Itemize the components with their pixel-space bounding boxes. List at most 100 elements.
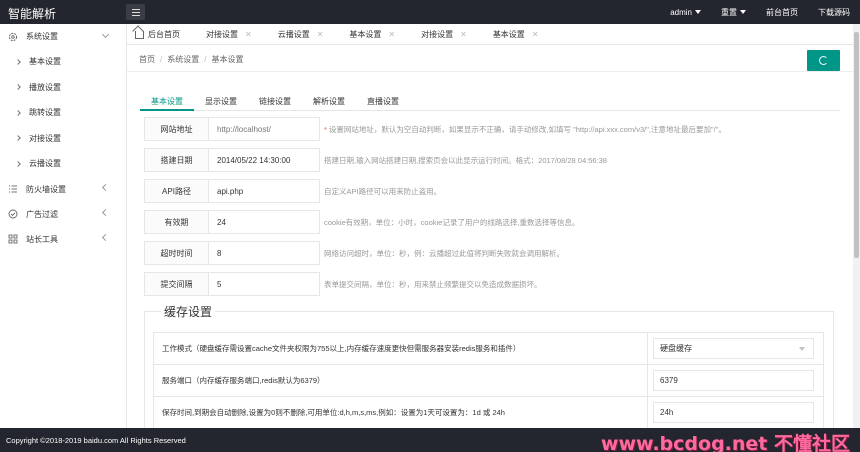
tab-dock-settings-2[interactable]: 对接设置 ✕: [421, 29, 467, 40]
gear-icon: [8, 32, 18, 42]
form-row-build-date: 搭建日期 2014/05/22 14:30:00 搭建日期,输入网站搭建日期,搜…: [144, 148, 607, 172]
timeout-tip: 网络访问超时，单位：秒，例：云播超过此值将判断失败就会调用解析。: [324, 248, 564, 258]
cache-row-ttl: 保存时间,到期会自动删除,设置为0则不删除,可用单位:d,h,m,s,ms,例如…: [154, 397, 824, 429]
expiry-label: 有效期: [144, 210, 208, 234]
sidebar-item-ads[interactable]: 广告过滤: [0, 202, 126, 227]
close-icon[interactable]: ✕: [532, 30, 539, 39]
cache-row-port: 服务端口（内存缓存服务端口,redis默认为6379） 6379: [154, 365, 824, 397]
close-icon[interactable]: ✕: [460, 30, 467, 39]
sidebar-subitem-jump[interactable]: 跳转设置: [0, 100, 126, 126]
page-scrollbar[interactable]: [853, 24, 860, 428]
breadcrumb-current: 基本设置: [211, 55, 244, 64]
form-row-timeout: 超时时间 8 网络访问超时，单位：秒，例：云播超过此值将判断失败就会调用解析。: [144, 241, 564, 265]
settings-tabs: 基本设置 显示设置 链接设置 解析设置 直播设置: [140, 90, 840, 111]
watermark: www.bcdog.net 不懂社区: [600, 433, 850, 452]
form-row-api-path: API路径 api.php 自定义API路径可以用来防止盗用。: [144, 179, 441, 203]
list-icon: [8, 184, 18, 194]
submit-interval-tip: 表单提交间隔，单位：秒，用来禁止频繁提交以免造成数据损坏。: [324, 279, 542, 289]
tab-link[interactable]: 链接设置: [248, 90, 302, 111]
user-menu[interactable]: admin: [670, 8, 701, 17]
main-content: 首页 / 系统设置 / 基本设置 基本设置 显示设置 链接设置 解析设置 直播设置 网站…: [127, 45, 853, 451]
circle-check-icon: [8, 209, 18, 219]
site-url-tip: 设置网站地址，默认为空自动判断，如果显示不正确，请手动修改,如填写 "http:…: [328, 124, 726, 134]
tab-parse[interactable]: 解析设置: [302, 90, 356, 111]
tab-basic-settings[interactable]: 基本设置 ✕: [349, 29, 395, 40]
cache-ttl-input[interactable]: 24h: [653, 402, 814, 423]
cache-ttl-label: 保存时间,到期会自动删除,设置为0则不删除,可用单位:d,h,m,s,ms,例如…: [154, 397, 648, 428]
sidebar-subitem-play[interactable]: 播放设置: [0, 75, 126, 101]
download-link[interactable]: 下载源码: [818, 7, 850, 18]
sidebar-item-system[interactable]: 系统设置: [0, 24, 126, 49]
chevron-right-icon: [15, 58, 21, 65]
tab-basic[interactable]: 基本设置: [140, 90, 194, 111]
chevron-right-icon: [15, 84, 21, 91]
reset-menu[interactable]: 重置: [721, 7, 746, 18]
cache-settings-title: 缓存设置: [161, 303, 216, 320]
sidebar-subitem-basic[interactable]: 基本设置: [0, 49, 126, 75]
cache-port-input[interactable]: 6379: [653, 370, 814, 391]
site-url-input[interactable]: http://localhost/: [208, 117, 320, 141]
sidebar: 系统设置 基本设置 播放设置 跳转设置 对接设置 云播设置 防火墙设置 广告过滤…: [0, 24, 127, 428]
copyright: Copyright ©2018-2019 baidu.com All Right…: [6, 436, 186, 445]
tab-basic-settings-2[interactable]: 基本设置 ✕: [493, 29, 539, 40]
menu-toggle-button[interactable]: [126, 4, 145, 20]
footer: Copyright ©2018-2019 baidu.com All Right…: [0, 428, 860, 452]
chevron-right-icon: [15, 160, 21, 167]
api-path-input[interactable]: api.php: [208, 179, 320, 203]
submit-interval-input[interactable]: 5: [208, 272, 320, 296]
scrollbar-thumb[interactable]: [854, 32, 859, 258]
build-date-label: 搭建日期: [144, 148, 208, 172]
app-logo[interactable]: 智能解析: [8, 5, 56, 22]
chevron-left-icon: [101, 233, 110, 241]
tab-display[interactable]: 显示设置: [194, 90, 248, 111]
cache-mode-select[interactable]: 硬盘缓存: [653, 338, 814, 359]
form-row-submit-interval: 提交间隔 5 表单提交间隔，单位：秒，用来禁止频繁提交以免造成数据损坏。: [144, 272, 542, 296]
caret-down-icon: [695, 10, 701, 15]
tab-dock-settings[interactable]: 对接设置 ✕: [206, 29, 252, 40]
sidebar-item-tools[interactable]: 站长工具: [0, 227, 126, 252]
cache-row-mode: 工作模式（硬盘缓存需设置cache文件夹权限为755以上,内存缓存速度更快但需服…: [154, 333, 824, 365]
menu-icon: [131, 8, 140, 10]
breadcrumb: 首页 / 系统设置 / 基本设置: [139, 55, 244, 64]
top-nav: admin 重置 前台首页 下载源码: [670, 0, 850, 24]
build-date-tip: 搭建日期,输入网站搭建日期,搜索页会以此显示运行时间。格式：2017/08/28…: [324, 155, 607, 165]
tab-live[interactable]: 直播设置: [356, 90, 410, 111]
form-row-site-url: 网站地址 http://localhost/ * 设置网站地址，默认为空自动判断，…: [144, 117, 726, 141]
refresh-icon: [819, 56, 828, 65]
api-path-tip: 自定义API路径可以用来防止盗用。: [324, 186, 442, 196]
api-path-label: API路径: [144, 179, 208, 203]
expiry-input[interactable]: 24: [208, 210, 320, 234]
close-icon[interactable]: ✕: [245, 30, 252, 39]
required-mark: *: [324, 124, 327, 134]
top-bar: 智能解析 admin 重置 前台首页 下载源码: [0, 0, 860, 24]
cache-mode-label: 工作模式（硬盘缓存需设置cache文件夹权限为755以上,内存缓存速度更快但需服…: [154, 333, 648, 364]
breadcrumb-section[interactable]: 系统设置: [167, 55, 199, 64]
build-date-input[interactable]: 2014/05/22 14:30:00: [208, 148, 320, 172]
cache-port-label: 服务端口（内存缓存服务端口,redis默认为6379）: [154, 365, 648, 396]
tab-cloud-settings[interactable]: 云播设置 ✕: [278, 29, 324, 40]
caret-down-icon: [799, 347, 805, 351]
cache-table: 工作模式（硬盘缓存需设置cache文件夹权限为755以上,内存缓存速度更快但需服…: [153, 332, 824, 429]
breadcrumb-home[interactable]: 首页: [139, 55, 155, 64]
chevron-right-icon: [15, 135, 21, 142]
home-icon: [135, 31, 144, 39]
close-icon[interactable]: ✕: [317, 30, 324, 39]
sidebar-item-firewall[interactable]: 防火墙设置: [0, 177, 126, 202]
timeout-input[interactable]: 8: [208, 241, 320, 265]
frontend-link[interactable]: 前台首页: [766, 7, 798, 18]
form-row-expiry: 有效期 24 cookie有效期，单位：小时，cookie记录了用户的线路选择,…: [144, 210, 579, 234]
sidebar-subitem-dock[interactable]: 对接设置: [0, 126, 126, 152]
site-url-label: 网站地址: [144, 117, 208, 141]
grid-icon: [8, 234, 18, 244]
page-tabs: 后台首页 对接设置 ✕ 云播设置 ✕ 基本设置 ✕ 对接设置 ✕ 基本设置 ✕: [127, 24, 853, 45]
refresh-button[interactable]: [807, 50, 840, 71]
chevron-left-icon: [101, 183, 110, 191]
chevron-left-icon: [101, 208, 110, 216]
expiry-tip: cookie有效期，单位：小时，cookie记录了用户的线路选择,重数选择等信息…: [324, 217, 580, 227]
chevron-down-icon: [101, 30, 110, 39]
timeout-label: 超时时间: [144, 241, 208, 265]
sidebar-subitem-cloud[interactable]: 云播设置: [0, 151, 126, 177]
tab-home[interactable]: 后台首页: [135, 29, 180, 40]
close-icon[interactable]: ✕: [388, 30, 395, 39]
caret-down-icon: [740, 10, 746, 15]
